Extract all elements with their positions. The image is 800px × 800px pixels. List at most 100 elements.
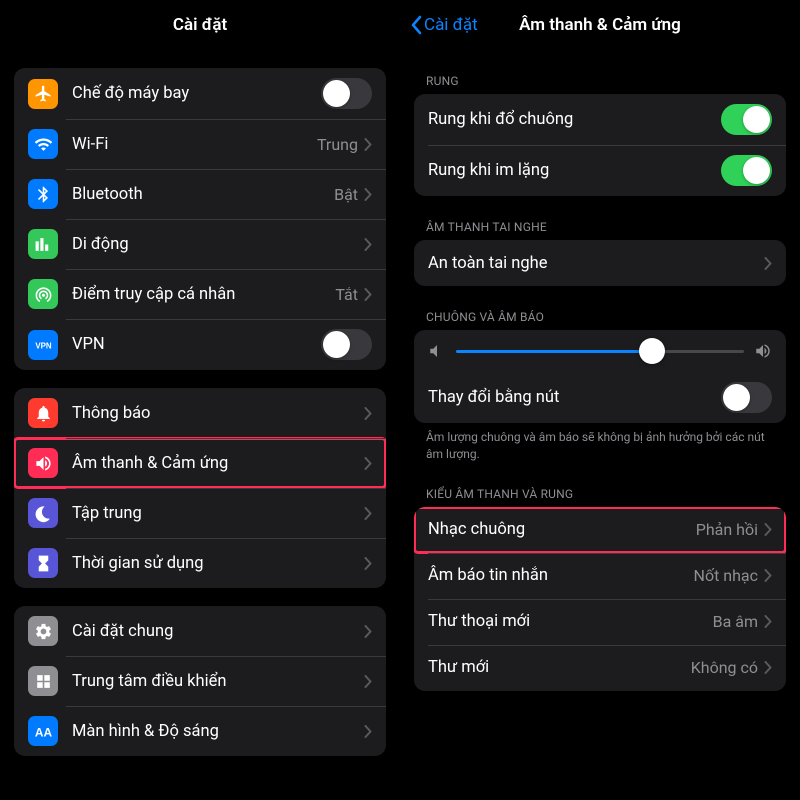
sounds-icon [28, 448, 58, 478]
chevron-right-icon [364, 507, 372, 520]
settings-row[interactable]: Thư thoại mớiBa âm [414, 599, 786, 645]
settings-row[interactable]: Điểm truy cập cá nhânTắt [14, 269, 386, 319]
screentime-icon [28, 548, 58, 578]
volume-slider-knob[interactable] [639, 338, 665, 364]
chevron-right-icon [364, 557, 372, 570]
vibrate-group: Rung khi đổ chuông Rung khi im lặng [414, 94, 786, 196]
volume-slider-track[interactable] [456, 350, 744, 353]
chevron-right-icon [364, 288, 372, 301]
settings-row[interactable]: BluetoothBật [14, 169, 386, 219]
row-label: Thời gian sử dụng [72, 554, 364, 573]
notifications-icon [28, 398, 58, 428]
section-header-headphone: ÂM THANH TAI NGHE [426, 220, 774, 234]
sounds-panel: Cài đặt Âm thanh & Cảm ứng RUNG Rung khi… [400, 0, 800, 800]
toggle-knob [323, 331, 350, 358]
settings-row[interactable]: Âm thanh & Cảm ứng [14, 438, 386, 488]
settings-row[interactable]: Cài đặt chung [14, 606, 386, 656]
toggle-knob [723, 384, 750, 411]
change-with-buttons-toggle[interactable] [721, 382, 772, 413]
settings-group-connectivity: Chế độ máy bayWi-FiTrungBluetoothBậtDi đ… [14, 68, 386, 370]
airplane-icon [28, 79, 58, 109]
settings-row[interactable]: Rung khi im lặng [414, 145, 786, 196]
ringer-footer: Âm lượng chuông và âm báo sẽ không bị ản… [426, 429, 774, 463]
row-label: Wi-Fi [72, 135, 317, 154]
settings-row[interactable]: An toàn tai nghe [414, 240, 786, 286]
page-title: Âm thanh & Cảm ứng [519, 15, 681, 35]
focus-icon [28, 498, 58, 528]
settings-row[interactable]: Thời gian sử dụng [14, 538, 386, 588]
row-value: Không có [691, 658, 758, 677]
chevron-right-icon [764, 615, 772, 628]
row-label: Thư thoại mới [428, 612, 713, 631]
row-label: Rung khi im lặng [428, 161, 721, 180]
row-label: Thông báo [72, 404, 364, 423]
chevron-right-icon [764, 569, 772, 582]
row-label: Trung tâm điều khiển [72, 672, 364, 691]
settings-row[interactable]: Tập trung [14, 488, 386, 538]
change-with-buttons-row[interactable]: Thay đổi bằng nút [414, 372, 786, 423]
settings-row[interactable]: Âm báo tin nhắnNốt nhạc [414, 553, 786, 599]
row-label: Nhạc chuông [428, 520, 696, 539]
settings-row[interactable]: Di động [14, 219, 386, 269]
volume-slider-fill [456, 350, 652, 353]
speaker-high-icon [754, 342, 772, 360]
row-label: Tập trung [72, 504, 364, 523]
toggle-knob [743, 106, 770, 133]
back-label: Cài đặt [424, 15, 478, 35]
header: Cài đặt [2, 0, 398, 50]
settings-row[interactable]: Rung khi đổ chuông [414, 94, 786, 145]
svg-text:VPN: VPN [35, 341, 52, 350]
ringer-group: Thay đổi bằng nút [414, 330, 786, 423]
display-icon: AA [28, 716, 58, 746]
row-label: Điểm truy cập cá nhân [72, 285, 335, 304]
header: Cài đặt Âm thanh & Cảm ứng [402, 0, 798, 50]
settings-row[interactable]: AA Màn hình & Độ sáng [14, 706, 386, 756]
toggle[interactable] [321, 329, 372, 360]
back-button[interactable]: Cài đặt [410, 15, 478, 35]
row-label: Màn hình & Độ sáng [72, 722, 364, 741]
row-value: Ba âm [713, 612, 758, 631]
toggle[interactable] [321, 78, 372, 109]
section-header-vibrate: RUNG [426, 74, 774, 88]
chevron-right-icon [764, 523, 772, 536]
controlcenter-icon [28, 666, 58, 696]
toggle[interactable] [721, 155, 772, 186]
row-label: An toàn tai nghe [428, 254, 764, 273]
settings-panel: Cài đặt Chế độ máy bayWi-FiTrungBluetoot… [0, 0, 400, 800]
row-label: Chế độ máy bay [72, 84, 321, 103]
row-label: Âm báo tin nhắn [428, 566, 694, 585]
row-value: Tắt [335, 285, 358, 304]
settings-row[interactable]: VPN VPN [14, 319, 386, 370]
chevron-right-icon [364, 625, 372, 638]
settings-row[interactable]: Trung tâm điều khiển [14, 656, 386, 706]
chevron-right-icon [364, 407, 372, 420]
chevron-left-icon [410, 15, 422, 35]
hotspot-icon [28, 279, 58, 309]
row-label: Rung khi đổ chuông [428, 110, 721, 129]
row-value: Nốt nhạc [694, 566, 758, 585]
settings-row[interactable]: Thư mớiKhông có [414, 645, 786, 691]
wifi-icon [28, 129, 58, 159]
row-label: Âm thanh & Cảm ứng [72, 454, 364, 473]
patterns-group: Nhạc chuôngPhản hồiÂm báo tin nhắnNốt nh… [414, 507, 786, 691]
toggle[interactable] [721, 104, 772, 135]
chevron-right-icon [764, 257, 772, 270]
bluetooth-icon [28, 179, 58, 209]
row-label: Thư mới [428, 658, 691, 677]
headphone-group: An toàn tai nghe [414, 240, 786, 286]
chevron-right-icon [764, 661, 772, 674]
row-value: Phản hồi [696, 520, 758, 539]
chevron-right-icon [364, 238, 372, 251]
row-label: Bluetooth [72, 185, 334, 204]
volume-slider-row[interactable] [414, 330, 786, 372]
settings-row[interactable]: Wi-FiTrung [14, 119, 386, 169]
row-value: Bật [334, 185, 358, 204]
chevron-right-icon [364, 138, 372, 151]
chevron-right-icon [364, 675, 372, 688]
speaker-low-icon [428, 342, 446, 360]
settings-row[interactable]: Thông báo [14, 388, 386, 438]
settings-row[interactable]: Nhạc chuôngPhản hồi [414, 507, 786, 553]
settings-row[interactable]: Chế độ máy bay [14, 68, 386, 119]
row-label: VPN [72, 335, 321, 354]
section-header-patterns: KIỂU ÂM THANH VÀ RUNG [426, 487, 774, 501]
